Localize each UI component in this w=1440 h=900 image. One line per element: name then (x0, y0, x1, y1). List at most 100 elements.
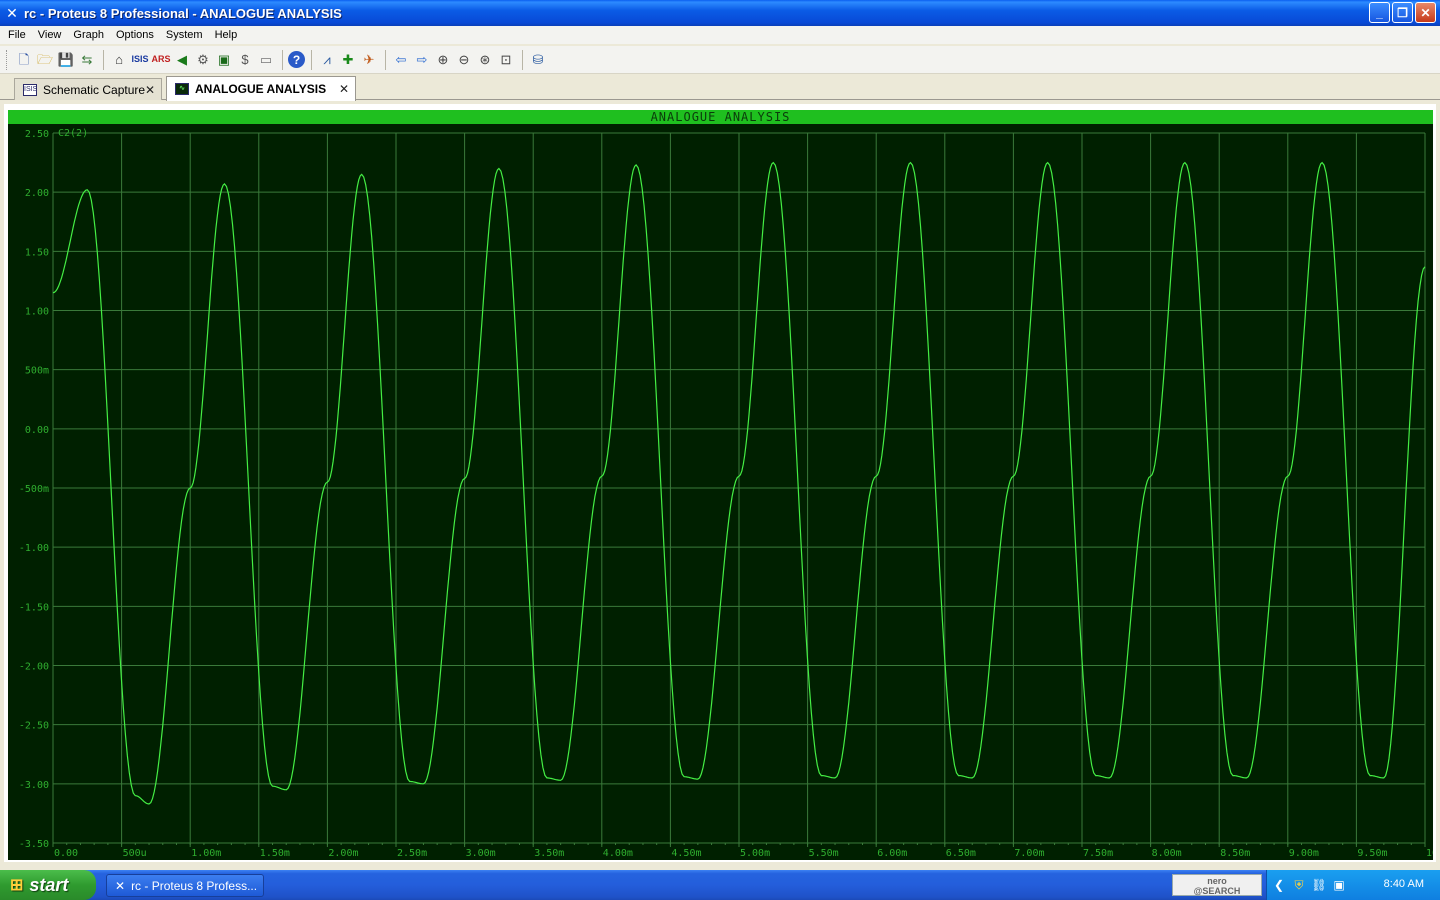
menu-options[interactable]: Options (110, 29, 160, 41)
add-trace-icon[interactable]: ⩘ (317, 50, 337, 70)
restore-button[interactable]: ❐ (1392, 2, 1413, 23)
toolbar-separator (103, 49, 104, 70)
x-tick-label: 4.50m (671, 848, 701, 859)
zoom-area-icon[interactable]: ⊡ (496, 50, 516, 70)
x-tick-label: 8.00m (1152, 848, 1182, 859)
x-tick-label: 9.50m (1357, 848, 1387, 859)
report-icon[interactable]: ▭ (256, 50, 276, 70)
nero-logo-text: nero (1207, 876, 1227, 886)
system-tray: ❮ ⛨ ⛓ ▣ 8:40 AM (1266, 870, 1440, 900)
y-tick-label: 500m (25, 366, 49, 377)
x-tick-label: 4.00m (603, 848, 633, 859)
tab-label: Schematic Capture (43, 82, 146, 97)
show-hidden-icons-chevron-icon[interactable]: ❮ (1271, 877, 1287, 893)
y-tick-label: -3.50 (19, 839, 49, 850)
taskbar: ⊞ start ✕ rc - Proteus 8 Profess... nero… (0, 870, 1440, 900)
y-tick-label: 2.50 (25, 129, 49, 140)
toolbar-separator (282, 49, 283, 70)
y-tick-label: -1.50 (19, 602, 49, 613)
arrow-left-icon[interactable]: ⇦ (391, 50, 411, 70)
network-icon[interactable]: ⛓ (1311, 877, 1327, 893)
zoom-in-icon[interactable]: ⊕ (433, 50, 453, 70)
x-tick-label: 3.50m (534, 848, 564, 859)
y-tick-label: 1.00 (25, 307, 49, 318)
x-tick-label: 1.50m (260, 848, 290, 859)
menu-file[interactable]: File (2, 29, 32, 41)
zoom-out-icon[interactable]: ⊖ (454, 50, 474, 70)
schematic-icon[interactable]: ISIS (130, 50, 150, 70)
monitor-icon[interactable]: ▣ (1331, 877, 1347, 893)
menu-graph[interactable]: Graph (67, 29, 110, 41)
x-tick-label: 0.00 (54, 848, 78, 859)
new-file-icon[interactable]: 🗋 (14, 50, 34, 70)
close-button[interactable]: ✕ (1415, 2, 1436, 23)
x-tick-label: 7.00m (1014, 848, 1044, 859)
close-icon[interactable]: ✕ (145, 83, 155, 97)
x-tick-label: 5.50m (809, 848, 839, 859)
x-tick-label: 5.00m (740, 848, 770, 859)
start-label: start (29, 874, 69, 895)
x-tick-label: 6.50m (946, 848, 976, 859)
open-folder-icon[interactable]: 🗁 (35, 50, 55, 70)
menu-system[interactable]: System (160, 29, 209, 41)
y-tick-label: -2.00 (19, 662, 49, 673)
schematic-icon: ISIS (23, 83, 37, 96)
import-icon[interactable]: ⇆ (77, 50, 97, 70)
add-marker-icon[interactable]: ✚ (338, 50, 358, 70)
help-icon[interactable]: ? (288, 51, 305, 68)
tab-label: ANALOGUE ANALYSIS (195, 82, 327, 96)
x-tick-label: 2.00m (328, 848, 358, 859)
window-title: rc - Proteus 8 Professional - ANALOGUE A… (24, 5, 342, 21)
x-tick-label: 10.0m (1426, 848, 1433, 859)
simulate-graph-icon[interactable]: ✈ (359, 50, 379, 70)
bom-icon[interactable]: ◀ (172, 50, 192, 70)
x-tick-label: 1.00m (191, 848, 221, 859)
y-tick-label: 2.00 (25, 188, 49, 199)
minimize-button[interactable]: _ (1369, 2, 1390, 23)
menu-view[interactable]: View (32, 29, 68, 41)
save-icon[interactable]: 💾 (56, 50, 76, 70)
menu-bar: File View Graph Options System Help (0, 26, 1440, 44)
arrow-right-icon[interactable]: ⇨ (412, 50, 432, 70)
taskbar-item-label: rc - Proteus 8 Profess... (131, 878, 258, 893)
zoom-all-icon[interactable]: ⊛ (475, 50, 495, 70)
y-tick-label: 1.50 (25, 247, 49, 258)
y-tick-label: -3.00 (19, 780, 49, 791)
y-tick-label: -500m (19, 484, 49, 495)
toolbar-separator (311, 49, 312, 70)
shield-icon[interactable]: ⛨ (1291, 877, 1307, 893)
x-tick-label: 8.50m (1220, 848, 1250, 859)
tab-schematic-capture[interactable]: ISIS Schematic Capture ✕ (14, 78, 162, 100)
toolbar-separator (385, 49, 386, 70)
x-tick-label: 3.00m (466, 848, 496, 859)
menu-help[interactable]: Help (209, 29, 244, 41)
window-title-bar[interactable]: ✕ rc - Proteus 8 Professional - ANALOGUE… (0, 0, 1440, 26)
proteus-app-icon[interactable]: ✕ (4, 5, 20, 21)
tab-analogue-analysis[interactable]: ∿ ANALOGUE ANALYSIS ✕ (166, 76, 356, 101)
taskbar-item-proteus[interactable]: ✕ rc - Proteus 8 Profess... (106, 874, 264, 897)
toolbar: 🗋 🗁 💾 ⇆ ⌂ ISIS ARS ◀ ⚙ ▣ $ ▭ ? ⩘ ✚ ✈ ⇦ ⇨… (0, 46, 1440, 74)
y-tick-label: -2.50 (19, 721, 49, 732)
3d-viewer-icon[interactable]: ⚙ (193, 50, 213, 70)
gerber-icon[interactable]: ▣ (214, 50, 234, 70)
pcb-icon[interactable]: ARS (151, 50, 171, 70)
windows-logo-icon: ⊞ (10, 877, 24, 894)
design-explorer-icon[interactable]: $ (235, 50, 255, 70)
home-icon[interactable]: ⌂ (109, 50, 129, 70)
analogue-analysis-plot[interactable]: 0.00 500u 1.00m 1.50m 2.00m 2.50m 3.00m 3.50m 4.… (8, 124, 1433, 860)
trace-label[interactable]: C2(2) (58, 128, 88, 139)
window-controls: _ ❐ ✕ (1369, 2, 1436, 23)
proteus-app-icon: ✕ (115, 878, 126, 893)
x-tick-label: 9.00m (1289, 848, 1319, 859)
graph-header-bar[interactable]: ANALOGUE ANALYSIS (8, 110, 1433, 124)
x-tick-label: 7.50m (1083, 848, 1113, 859)
nero-search-box[interactable]: nero @SEARCH (1172, 874, 1262, 896)
toolbar-separator (522, 49, 523, 70)
start-button[interactable]: ⊞ start (0, 870, 96, 900)
toolbar-grip[interactable] (6, 49, 9, 70)
y-tick-label: 0.00 (25, 425, 49, 436)
close-icon[interactable]: ✕ (339, 82, 349, 96)
graph-settings-icon[interactable]: ⛁ (528, 50, 548, 70)
system-clock: 8:40 AM (1383, 878, 1424, 890)
graph-title: ANALOGUE ANALYSIS (650, 110, 791, 124)
